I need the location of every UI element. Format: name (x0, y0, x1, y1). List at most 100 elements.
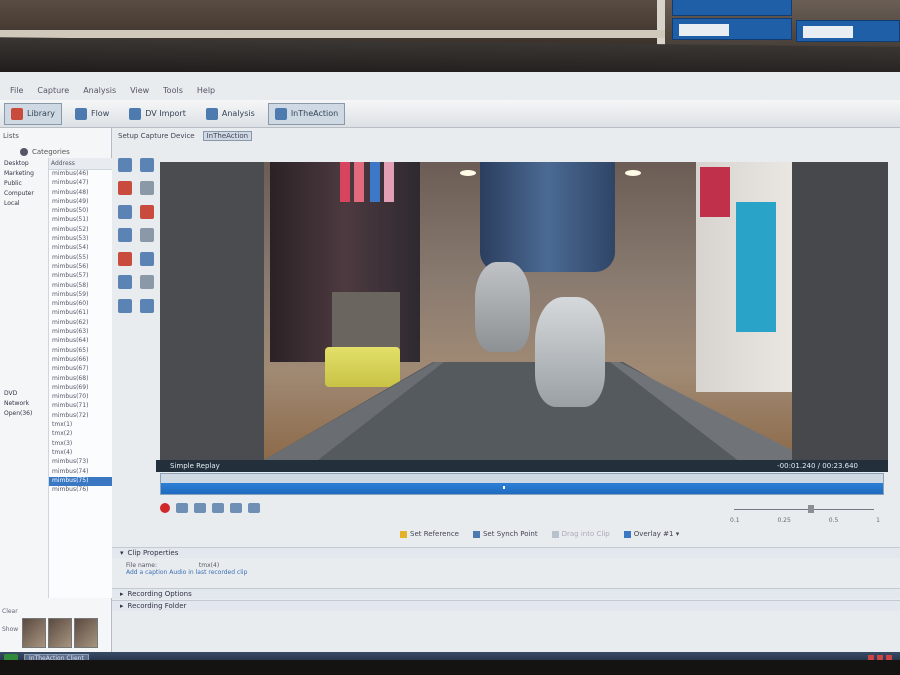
refresh-icon[interactable] (20, 148, 28, 156)
file-name-field[interactable]: tmx(4) (199, 562, 219, 569)
file-list-item[interactable]: mimbus(51) (49, 216, 112, 225)
tree-item[interactable]: Open(36) (4, 410, 48, 420)
file-list-item[interactable]: mimbus(74) (49, 468, 112, 477)
thumbnail[interactable] (48, 618, 72, 648)
file-list-item[interactable]: mimbus(63) (49, 328, 112, 337)
file-list-item[interactable]: mimbus(53) (49, 235, 112, 244)
file-list-item[interactable]: mimbus(69) (49, 384, 112, 393)
file-list-item[interactable]: mimbus(52) (49, 226, 112, 235)
recording-options-header[interactable]: ▸ Recording Options (112, 588, 900, 599)
setup-capture-button[interactable]: Setup Capture Device (118, 132, 195, 140)
thumbnail[interactable] (74, 618, 98, 648)
file-list-item[interactable]: mimbus(50) (49, 207, 112, 216)
file-list-item[interactable]: mimbus(66) (49, 356, 112, 365)
tab-dv-import[interactable]: DV Import (122, 103, 193, 125)
tab-intheaction[interactable]: InTheAction (267, 102, 346, 125)
tree-item[interactable]: Network (4, 400, 48, 410)
categories-button[interactable]: Categories (32, 148, 70, 156)
tab-library[interactable]: Library (4, 102, 62, 125)
tree-item[interactable]: Marketing (4, 170, 48, 180)
file-list-item[interactable]: mimbus(71) (49, 402, 112, 411)
overlay-dropdown[interactable]: Overlay #1 ▾ (623, 530, 679, 538)
video-viewport[interactable] (160, 162, 888, 460)
timeline-scrubber[interactable] (160, 473, 884, 495)
file-list-item[interactable]: tmx(3) (49, 440, 112, 449)
tree-item[interactable]: DVD (4, 390, 48, 400)
menu-analysis[interactable]: Analysis (83, 86, 116, 95)
file-list-item[interactable]: mimbus(67) (49, 365, 112, 374)
tool-icon[interactable] (140, 181, 154, 196)
set-reference-button[interactable]: Set Reference (400, 530, 459, 538)
file-list-item[interactable]: mimbus(75) (49, 476, 112, 487)
tab-flow[interactable]: Flow (68, 103, 116, 125)
tool-icon[interactable] (140, 204, 154, 219)
timeline-marker[interactable] (503, 486, 505, 489)
drag-into-clip-button[interactable]: Drag into Clip (551, 530, 610, 538)
file-list-item[interactable]: mimbus(47) (49, 179, 112, 188)
menu-capture[interactable]: Capture (37, 86, 69, 95)
menu-help[interactable]: Help (197, 86, 215, 95)
tool-icon[interactable] (118, 228, 132, 243)
file-list-item[interactable]: mimbus(60) (49, 300, 112, 309)
file-list-item[interactable]: mimbus(70) (49, 393, 112, 402)
tool-icon[interactable] (140, 158, 154, 172)
file-list-item[interactable]: tmx(2) (49, 430, 112, 439)
step-back-button[interactable] (212, 503, 224, 513)
file-list-item[interactable]: mimbus(46) (49, 170, 112, 179)
tool-icon[interactable] (118, 181, 132, 196)
file-list-item[interactable]: mimbus(73) (49, 458, 112, 467)
speed-slider-track (734, 509, 874, 510)
file-list-item[interactable]: mimbus(62) (49, 319, 112, 328)
menu-tools[interactable]: Tools (163, 86, 183, 95)
tool-icon[interactable] (140, 275, 154, 290)
file-list-item[interactable]: mimbus(48) (49, 189, 112, 198)
step-forward-button[interactable] (248, 503, 260, 513)
caption-link[interactable]: Add a caption Audio in last recorded cli… (126, 569, 886, 576)
tree-item[interactable]: Public (4, 180, 48, 190)
file-list-item[interactable]: mimbus(72) (49, 412, 112, 421)
file-list-item[interactable]: mimbus(64) (49, 337, 112, 346)
tab-analysis[interactable]: Analysis (199, 103, 262, 125)
tool-icon[interactable] (118, 275, 132, 290)
speed-slider[interactable]: 0.1 0.25 0.5 1 (730, 505, 880, 527)
tool-icon[interactable] (118, 204, 132, 219)
tree-item[interactable]: Computer (4, 190, 48, 200)
file-list-item[interactable]: tmx(4) (49, 449, 112, 458)
tool-icon[interactable] (140, 228, 154, 243)
file-list-item[interactable]: mimbus(54) (49, 244, 112, 253)
tree-item[interactable]: Local (4, 200, 48, 210)
tool-icon[interactable] (140, 251, 154, 266)
menu-file[interactable]: File (10, 86, 23, 95)
file-list-item[interactable]: mimbus(49) (49, 198, 112, 207)
tool-icon[interactable] (118, 251, 132, 266)
show-label[interactable]: Show (2, 626, 18, 633)
stop-button[interactable] (194, 503, 206, 513)
view-tab-intheaction[interactable]: InTheAction (202, 131, 253, 141)
set-synch-point-button[interactable]: Set Synch Point (472, 530, 538, 538)
record-button[interactable] (160, 503, 170, 513)
file-list-item[interactable]: mimbus(65) (49, 347, 112, 356)
zoom-icon[interactable] (140, 298, 154, 313)
file-list-item[interactable]: mimbus(61) (49, 309, 112, 318)
recording-folder-header[interactable]: ▸ Recording Folder (112, 600, 900, 611)
search-icon[interactable] (118, 298, 132, 313)
tool-icon[interactable] (118, 158, 132, 172)
file-list-item[interactable]: mimbus(56) (49, 263, 112, 272)
tab-label: Analysis (221, 109, 255, 118)
file-list-item[interactable]: mimbus(76) (49, 486, 112, 495)
menu-view[interactable]: View (130, 86, 149, 95)
pause-button[interactable] (176, 503, 188, 513)
thumbnail[interactable] (22, 618, 46, 648)
tree-item[interactable]: Desktop (4, 160, 48, 170)
file-list-item[interactable]: mimbus(68) (49, 375, 112, 384)
menu-bar: File Capture Analysis View Tools Help (0, 82, 900, 98)
file-list-item[interactable]: tmx(1) (49, 421, 112, 430)
clip-properties-header[interactable]: ▾ Clip Properties (112, 547, 900, 558)
file-list-item[interactable]: mimbus(57) (49, 272, 112, 281)
speed-slider-knob[interactable] (808, 505, 814, 513)
play-button[interactable] (230, 503, 242, 513)
file-list-item[interactable]: mimbus(55) (49, 254, 112, 263)
file-list-item[interactable]: mimbus(59) (49, 291, 112, 300)
clear-label[interactable]: Clear (2, 608, 18, 615)
file-list-item[interactable]: mimbus(58) (49, 282, 112, 291)
